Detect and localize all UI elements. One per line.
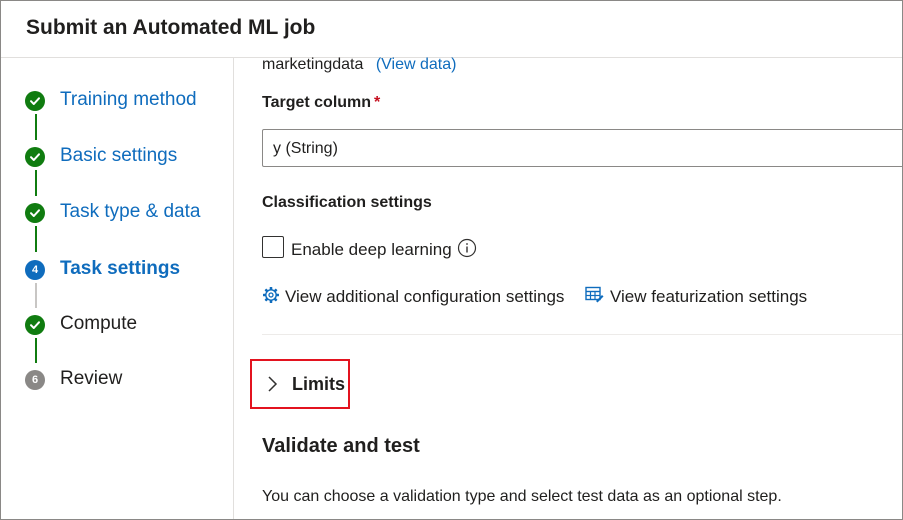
classification-settings-title: Classification settings xyxy=(262,194,432,211)
step-number-badge: 4 xyxy=(25,260,45,280)
step-number-badge: 6 xyxy=(25,370,45,390)
wizard-steps-sidebar: Training method Basic settings Task type… xyxy=(1,58,234,519)
step-label: Task type & data xyxy=(60,201,201,222)
view-featurization-text: View featurization settings xyxy=(610,287,808,306)
info-icon[interactable] xyxy=(457,238,477,258)
step-label: Review xyxy=(60,368,123,389)
checkmark-icon xyxy=(25,91,45,111)
step-connector xyxy=(35,170,37,196)
target-column-label-text: Target column xyxy=(262,94,372,111)
task-settings-panel: marketingdata (View data) Target column *… xyxy=(234,56,902,519)
checkmark-icon xyxy=(25,315,45,335)
dialog-frame: Submit an Automated ML job Training meth… xyxy=(0,0,903,520)
dataset-name: marketingdata xyxy=(262,56,364,73)
step-connector xyxy=(35,114,37,140)
gear-icon xyxy=(262,286,280,309)
view-data-link[interactable]: (View data) xyxy=(376,56,457,73)
required-marker: * xyxy=(374,94,381,111)
enable-deep-learning-label[interactable]: Enable deep learning xyxy=(291,240,452,260)
dialog-title: Submit an Automated ML job xyxy=(26,16,316,39)
step-label: Task settings xyxy=(60,258,181,279)
featurization-table-icon xyxy=(585,286,605,309)
target-column-dropdown[interactable]: y (String) xyxy=(262,129,902,167)
target-column-value: y (String) xyxy=(273,140,338,157)
view-additional-configuration-link[interactable]: View additional configuration settings xyxy=(262,286,564,308)
chevron-right-icon xyxy=(266,376,280,392)
step-connector xyxy=(35,283,37,308)
limits-label: Limits xyxy=(292,374,346,394)
dialog-header: Submit an Automated ML job xyxy=(1,1,902,58)
checkmark-icon xyxy=(25,147,45,167)
step-label: Basic settings xyxy=(60,145,178,166)
validate-and-test-description: You can choose a validation type and sel… xyxy=(262,488,782,505)
validate-and-test-title: Validate and test xyxy=(262,435,420,457)
section-divider xyxy=(262,334,902,335)
step-connector xyxy=(35,338,37,363)
enable-deep-learning-checkbox[interactable] xyxy=(262,236,284,258)
step-connector xyxy=(35,226,37,252)
step-label: Compute xyxy=(60,313,138,334)
view-featurization-link[interactable]: View featurization settings xyxy=(585,286,807,308)
view-additional-configuration-text: View additional configuration settings xyxy=(285,287,565,306)
step-label: Training method xyxy=(60,89,197,110)
dataset-name-row: marketingdata (View data) xyxy=(262,56,456,74)
limits-expander[interactable]: Limits xyxy=(250,359,350,409)
checkmark-icon xyxy=(25,203,45,223)
target-column-label: Target column * xyxy=(262,94,380,112)
